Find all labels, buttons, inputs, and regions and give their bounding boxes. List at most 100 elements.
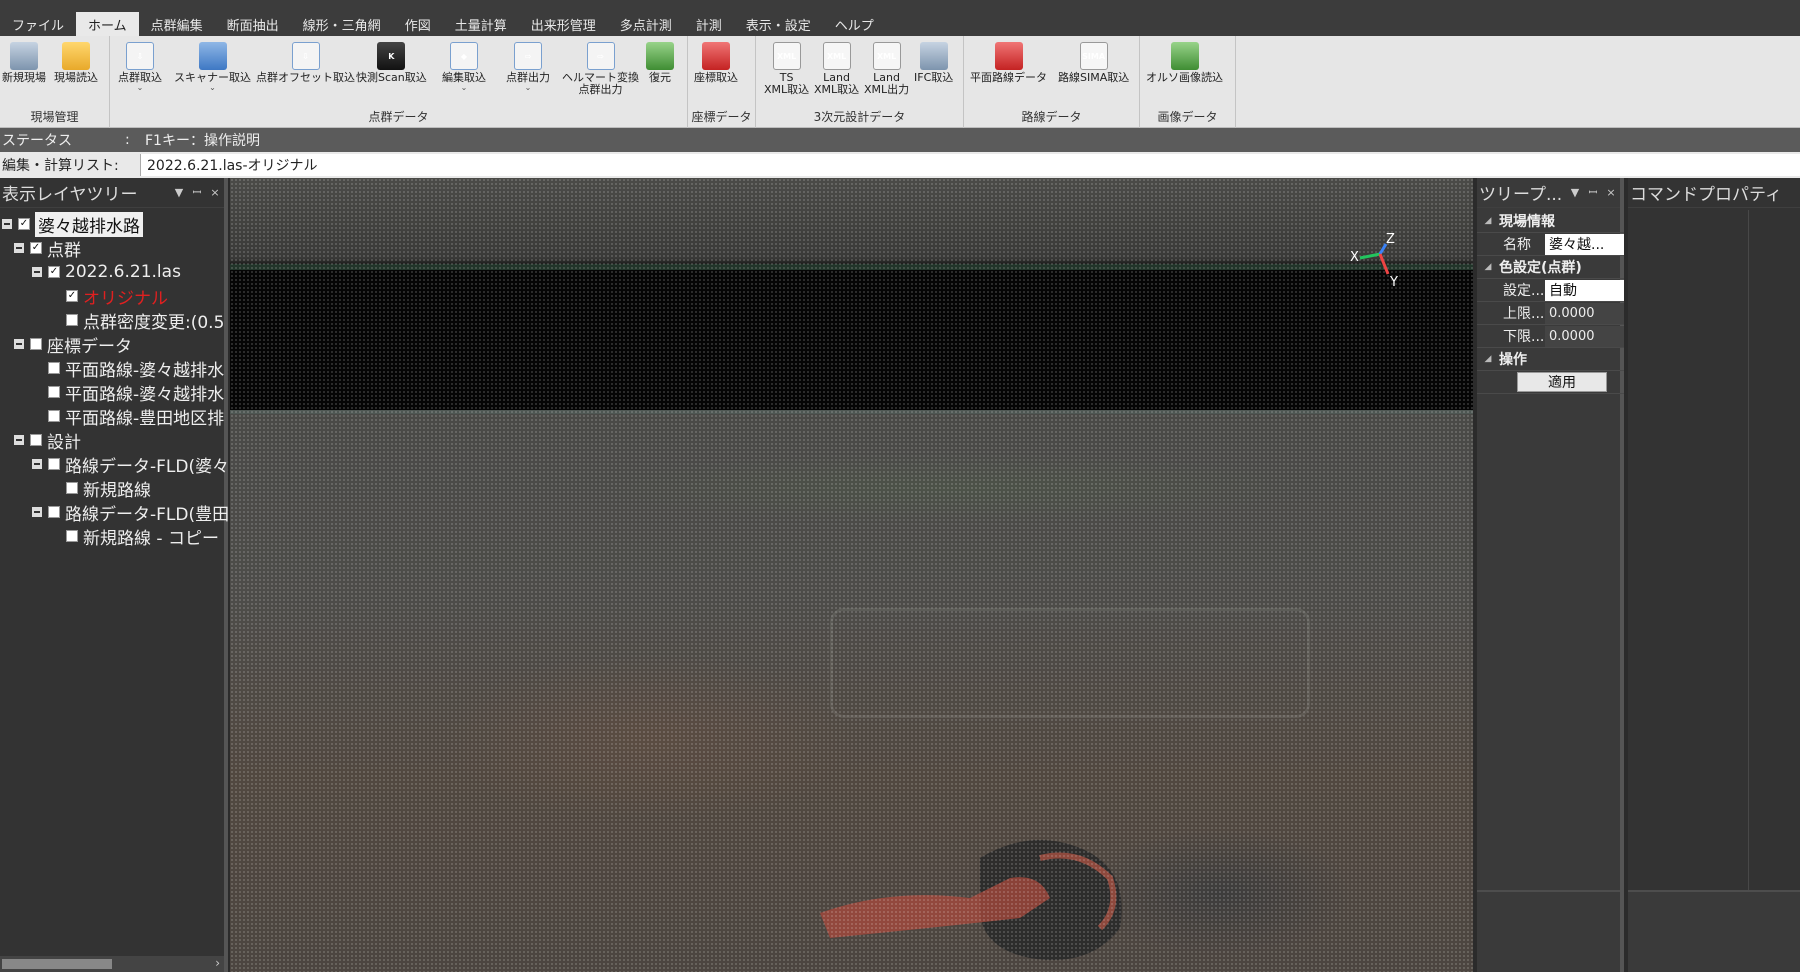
ts-xml-import-button[interactable]: XML TS XML取込 (764, 42, 809, 96)
quick-scan-button[interactable]: K 快測Scan取込 (356, 42, 427, 84)
name-field[interactable]: 婆々越... (1545, 233, 1624, 255)
pin-icon[interactable]: ꟷ (188, 185, 206, 200)
checkbox[interactable] (66, 530, 78, 542)
title-bar (0, 0, 1800, 12)
collapse-icon[interactable] (32, 507, 42, 517)
checkbox[interactable] (30, 338, 42, 350)
apply-button[interactable]: 適用 (1517, 372, 1607, 392)
checkbox[interactable] (48, 506, 60, 518)
tab-section-extract[interactable]: 断面抽出 (215, 12, 291, 36)
dropdown-icon[interactable]: ▼ (1566, 186, 1584, 199)
group-label: 3次元設計データ (813, 110, 906, 124)
scrollbar-thumb[interactable] (2, 959, 112, 969)
tree-node-route[interactable]: 平面路線-婆々越排水 (48, 356, 224, 381)
restore-icon (646, 42, 674, 70)
tree-node-root[interactable]: 婆々越排水路 (2, 211, 143, 237)
checkbox[interactable] (48, 386, 60, 398)
dropdown-icon[interactable]: ▼ (170, 186, 188, 199)
tab-file[interactable]: ファイル (0, 12, 76, 36)
chevron-right-icon[interactable]: › (215, 956, 220, 970)
tree-node-new-route[interactable]: 新規路線 - コピー (66, 524, 219, 549)
pin-icon[interactable]: ꟷ (1584, 185, 1602, 200)
checkbox[interactable] (48, 410, 60, 422)
tree-node-new-route[interactable]: 新規路線 (66, 476, 151, 501)
checkbox[interactable] (30, 242, 42, 254)
category-site-info[interactable]: ◢ 現場情報 (1477, 210, 1624, 233)
layer-tree-header: 表示レイヤツリー ▼ ꟷ × (0, 178, 224, 208)
collapse-icon[interactable] (14, 435, 24, 445)
category-operations[interactable]: ◢ 操作 (1477, 348, 1624, 371)
horizontal-scrollbar[interactable]: › (0, 956, 224, 972)
collapse-triangle-icon[interactable]: ◢ (1477, 262, 1499, 272)
load-site-button[interactable]: 現場読込 (54, 42, 98, 84)
checkbox[interactable] (48, 266, 60, 278)
category-color-setting[interactable]: ◢ 色設定(点群) (1477, 256, 1624, 279)
checkbox[interactable] (30, 434, 42, 446)
ortho-image-button[interactable]: オルソ画像読込 (1146, 42, 1223, 84)
collapse-icon[interactable] (14, 339, 24, 349)
tree-node-las[interactable]: 2022.6.21.las (32, 260, 181, 284)
collapse-icon[interactable] (32, 267, 42, 277)
export-pointcloud-button[interactable]: ⇨ 点群出力 ⌄ (506, 42, 550, 92)
tree-node-density[interactable]: 点群密度変更:(0.5 (66, 308, 224, 333)
tree-node-route[interactable]: 平面路線-婆々越排水 (48, 380, 224, 405)
scanner-icon (198, 42, 227, 70)
tree-node-original[interactable]: オリジナル (66, 284, 168, 309)
import-icon: ⇩ (126, 42, 154, 70)
ribbon: 新規現場 現場読込 現場管理 ⇩ 点群取込 ⌄ スキャナー取込 ⌄ ⇩ 点群オフ… (0, 36, 1800, 128)
pointcloud-viewport[interactable]: X Z Y (230, 178, 1473, 972)
folder-icon (62, 42, 90, 70)
import-pointcloud-button[interactable]: ⇩ 点群取込 ⌄ (118, 42, 162, 92)
close-icon[interactable]: × (1602, 186, 1620, 199)
xml-file-icon: XML (822, 42, 851, 70)
checkbox[interactable] (66, 290, 78, 302)
panel-title: 表示レイヤツリー (2, 185, 138, 205)
restore-button[interactable]: 復元 (646, 42, 674, 84)
tab-asbuilt[interactable]: 出来形管理 (519, 12, 608, 36)
collapse-icon[interactable] (2, 219, 12, 229)
landxml-export-button[interactable]: XML Land XML出力 (864, 42, 909, 96)
plane-route-button[interactable]: 平面路線データ (970, 42, 1047, 84)
tab-view-settings[interactable]: 表示・設定 (734, 12, 823, 36)
close-icon[interactable]: × (206, 186, 224, 199)
collapse-icon[interactable] (14, 243, 24, 253)
tab-earthwork[interactable]: 土量計算 (443, 12, 519, 36)
axis-z-label: Z (1386, 232, 1395, 247)
helmert-export-button[interactable]: ⇨ ヘルマート変換 点群出力 (562, 42, 639, 96)
checkbox[interactable] (66, 314, 78, 326)
tab-drafting[interactable]: 作図 (393, 12, 443, 36)
tree-node-fld[interactable]: 路線データ-FLD(婆々 (32, 452, 229, 477)
lower-limit-field[interactable]: 0.0000 (1545, 325, 1624, 347)
tree-node-coord[interactable]: 座標データ (14, 332, 132, 357)
edit-import-button[interactable]: ◆ 編集取込 ⌄ (442, 42, 486, 92)
checkbox[interactable] (48, 458, 60, 470)
sima-route-import-button[interactable]: SIMA 路線SIMA取込 (1058, 42, 1129, 84)
tree-node-fld[interactable]: 路線データ-FLD(豊田 (32, 500, 229, 525)
command-description-area (1628, 890, 1800, 972)
landxml-import-button[interactable]: XML Land XML取込 (814, 42, 859, 96)
tree-node-route[interactable]: 平面路線-豊田地区排 (48, 404, 224, 429)
tab-multipoint[interactable]: 多点計測 (608, 12, 684, 36)
coord-import-button[interactable]: 座標取込 (694, 42, 738, 84)
scanner-import-button[interactable]: スキャナー取込 ⌄ (174, 42, 251, 92)
ifc-import-button[interactable]: IFC取込 (914, 42, 953, 84)
calc-list-value[interactable]: 2022.6.21.las-オリジナル (140, 154, 1800, 176)
tab-measure[interactable]: 計測 (684, 12, 734, 36)
checkbox[interactable] (18, 218, 30, 230)
setting-field[interactable]: 自動 (1545, 279, 1624, 301)
upper-limit-field[interactable]: 0.0000 (1545, 302, 1624, 324)
new-site-button[interactable]: 新規現場 (2, 42, 46, 84)
tab-pointcloud-edit[interactable]: 点群編集 (139, 12, 215, 36)
tab-help[interactable]: ヘルプ (823, 12, 886, 36)
checkbox[interactable] (66, 482, 78, 494)
collapse-triangle-icon[interactable]: ◢ (1477, 354, 1499, 364)
collapse-icon[interactable] (32, 459, 42, 469)
checkbox[interactable] (48, 362, 60, 374)
tree-node-pointcloud[interactable]: 点群 (14, 236, 81, 261)
collapse-triangle-icon[interactable]: ◢ (1477, 216, 1499, 226)
offset-import-button[interactable]: ⇩ 点群オフセット取込 (256, 42, 355, 84)
tree-node-design[interactable]: 設計 (14, 428, 81, 453)
tab-home[interactable]: ホーム (76, 12, 139, 36)
tab-alignment-tin[interactable]: 線形・三角網 (291, 12, 393, 36)
group-route: 平面路線データ SIMA 路線SIMA取込 路線データ (964, 36, 1140, 128)
